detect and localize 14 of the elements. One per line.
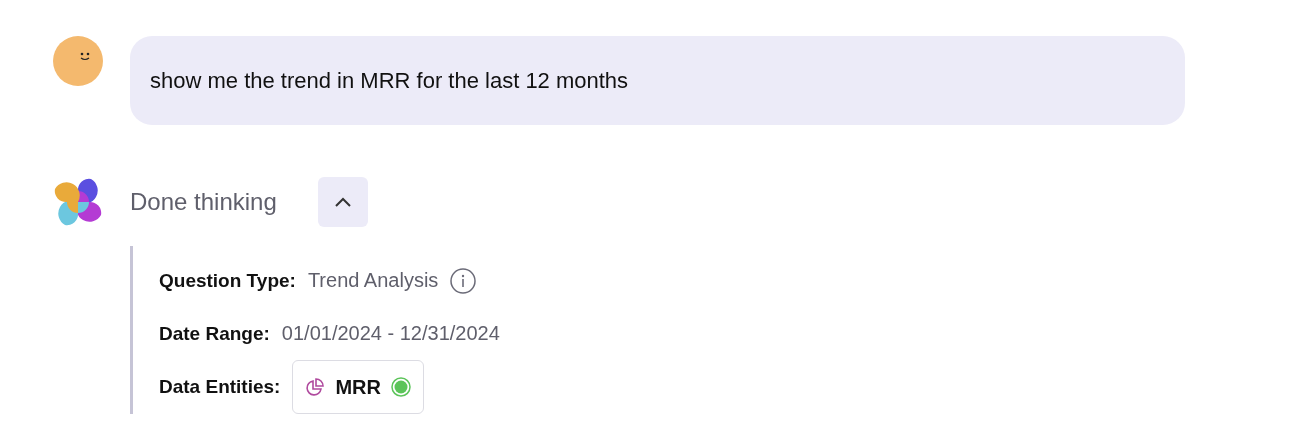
detail-value: 01/01/2024 - 12/31/2024 bbox=[281, 322, 500, 345]
thinking-status: Done thinking bbox=[130, 188, 277, 216]
user-message: show me the trend in MRR for the last 12 months bbox=[130, 36, 1185, 125]
entity-name: MRR bbox=[335, 375, 381, 399]
entity-chip[interactable]: MRR bbox=[292, 360, 424, 414]
detail-label: Question Type: bbox=[159, 269, 296, 292]
info-icon[interactable] bbox=[450, 267, 477, 294]
detail-label: Date Range: bbox=[159, 322, 270, 345]
avatar-icon bbox=[53, 36, 103, 86]
pie-chart-icon bbox=[305, 377, 326, 397]
detail-label: Data Entities: bbox=[159, 376, 281, 398]
chevron-up-icon bbox=[333, 197, 352, 207]
detail-value: Trend Analysis bbox=[307, 269, 439, 292]
logo-icon bbox=[53, 177, 103, 227]
